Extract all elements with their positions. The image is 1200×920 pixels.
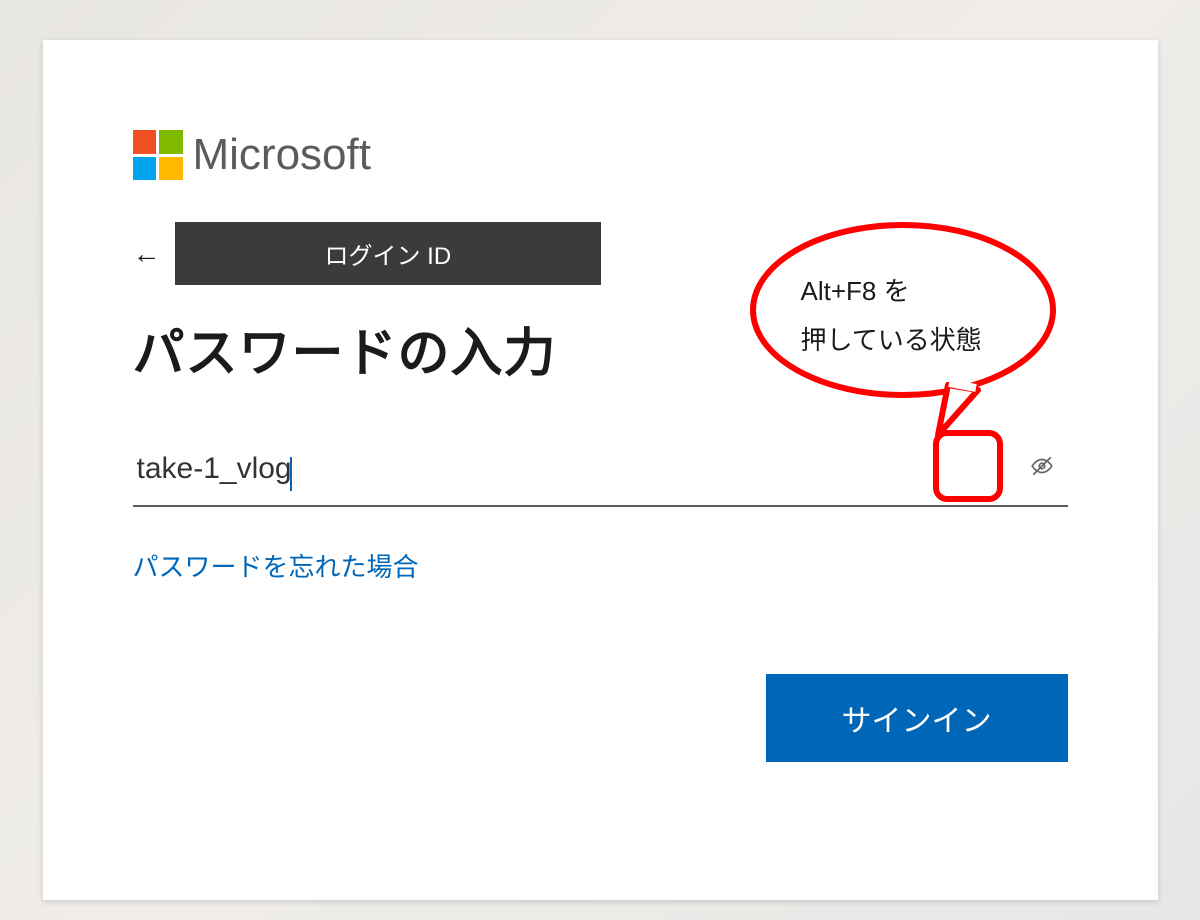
- forgot-password-link[interactable]: パスワードを忘れた場合: [133, 547, 419, 584]
- back-arrow-icon[interactable]: ←: [133, 240, 161, 268]
- brand-name: Microsoft: [193, 130, 371, 180]
- brand-row: Microsoft: [133, 130, 1068, 180]
- password-visibility-toggle[interactable]: [1022, 446, 1062, 486]
- text-cursor: [290, 457, 292, 491]
- password-row: take-1_vlog: [133, 446, 1068, 507]
- password-value: take-1_vlog: [137, 452, 292, 485]
- signin-button[interactable]: サインイン: [766, 674, 1068, 762]
- login-id-chip[interactable]: ログイン ID: [175, 222, 602, 285]
- microsoft-logo-icon: [133, 130, 183, 180]
- eye-off-icon: [1029, 453, 1055, 479]
- page-title: パスワードの入力: [133, 311, 1068, 386]
- identity-row: ← ログイン ID: [133, 222, 1068, 285]
- login-card: Microsoft ← ログイン ID パスワードの入力 take-1_vlog…: [43, 40, 1158, 900]
- action-row: サインイン: [133, 674, 1068, 762]
